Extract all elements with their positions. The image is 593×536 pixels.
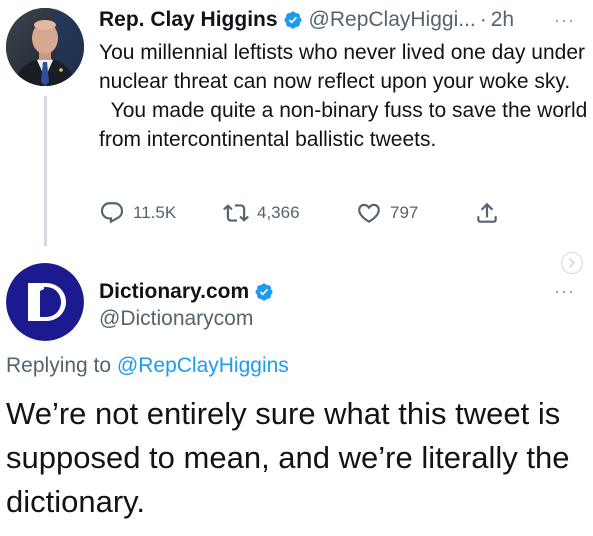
tweet-text: You millennial leftists who never lived … — [99, 41, 588, 151]
timestamp[interactable]: 2h — [491, 8, 514, 32]
share-icon — [477, 202, 497, 223]
replying-to-line: Replying to @RepClayHiggins — [6, 354, 289, 378]
reply-button[interactable]: 11.5K — [99, 200, 223, 226]
thread-connector-line — [44, 96, 47, 246]
more-icon[interactable]: ··· — [554, 10, 575, 31]
tweet-header: Rep. Clay Higgins @RepClayHiggi... · 2h — [99, 6, 589, 34]
verified-badge-icon — [255, 283, 273, 301]
like-button[interactable]: 797 — [356, 200, 474, 226]
like-icon — [358, 203, 380, 223]
reply-author-row: Dictionary.com — [99, 278, 280, 306]
retweet-button[interactable]: 4,366 — [223, 200, 356, 226]
more-icon[interactable]: ··· — [554, 281, 575, 302]
replying-to-mention[interactable]: @RepClayHiggins — [117, 354, 289, 377]
dictionary-logo — [6, 263, 84, 341]
reply-author-name[interactable]: Dictionary.com — [99, 280, 249, 304]
original-tweet[interactable]: Rep. Clay Higgins @RepClayHiggi... · 2h … — [0, 0, 593, 250]
replying-to-label: Replying to — [6, 354, 117, 377]
verified-badge-icon — [283, 11, 302, 29]
avatar-dictionary-com[interactable] — [6, 263, 84, 341]
like-count: 797 — [390, 203, 419, 222]
reply-icon — [100, 202, 124, 224]
author-name[interactable]: Rep. Clay Higgins — [99, 8, 278, 32]
author-handle[interactable]: @RepClayHiggi... — [309, 8, 476, 32]
retweet-icon — [223, 204, 249, 222]
scroll-right-button[interactable] — [561, 252, 583, 274]
separator-dot: · — [479, 8, 487, 31]
portrait-photo — [6, 8, 84, 86]
tweet-actions: 11.5K 4,366 797 — [99, 196, 529, 230]
reply-tweet-text: We’re not entirely sure what this tweet … — [6, 396, 570, 519]
reply-author-handle[interactable]: @Dictionarycom — [99, 307, 253, 331]
chevron-right-icon — [569, 258, 575, 268]
reply-count: 11.5K — [133, 203, 177, 222]
avatar-rep-clay-higgins[interactable] — [6, 8, 84, 86]
share-button[interactable] — [474, 200, 508, 226]
retweet-count: 4,366 — [257, 203, 300, 222]
